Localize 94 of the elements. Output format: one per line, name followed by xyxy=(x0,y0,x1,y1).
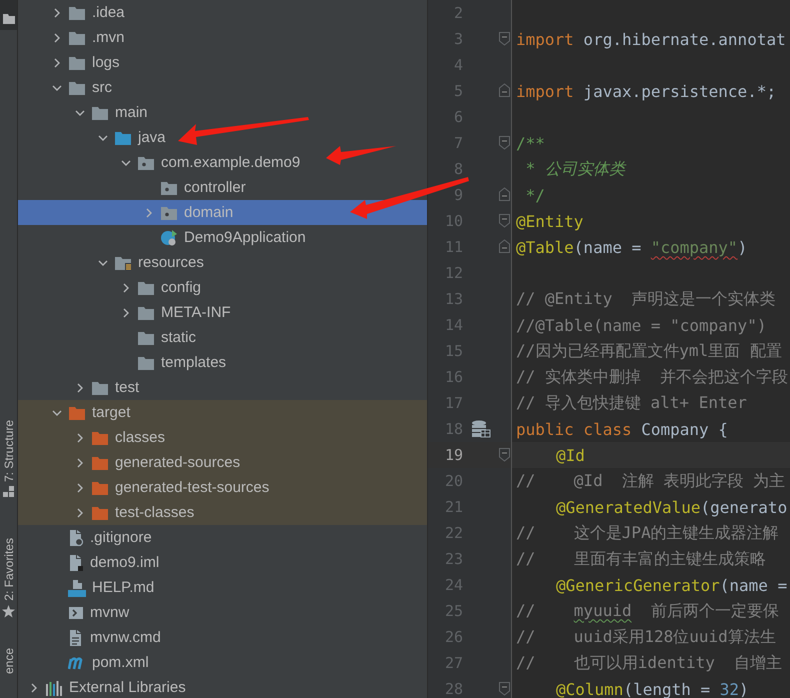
fold-marker-icon[interactable] xyxy=(499,32,510,46)
database-table-icon[interactable] xyxy=(471,420,491,438)
tree-item[interactable]: mvnw xyxy=(18,600,427,625)
folder-icon xyxy=(68,30,86,46)
tree-item[interactable]: Demo9Application xyxy=(18,225,427,250)
tree-item[interactable]: src xyxy=(18,75,427,100)
file-icon xyxy=(68,528,84,546)
code-line: @Table(name = "company") xyxy=(515,238,748,256)
star-icon xyxy=(2,604,15,618)
tree-item[interactable]: META-INF xyxy=(18,300,427,325)
code-line: @Id xyxy=(555,446,585,464)
folder-icon xyxy=(68,404,86,420)
code-line: /** xyxy=(515,134,545,152)
libraries-icon xyxy=(45,680,63,696)
tool-window-tab[interactable]: 2: Favorites xyxy=(2,538,16,601)
fold-marker-icon[interactable] xyxy=(499,214,510,228)
tree-item[interactable]: generated-sources xyxy=(18,450,427,475)
tree-item[interactable]: main xyxy=(18,100,427,125)
code-line: // myuuid 前后两个一定要保 xyxy=(515,600,779,622)
file-icon xyxy=(68,628,84,646)
line-number: 19 xyxy=(444,446,463,464)
terminal-file-icon xyxy=(68,604,84,620)
code-line: //因为已经再配置文件yml里面 配置 xyxy=(515,340,782,362)
tool-window-tab[interactable]: ence xyxy=(2,648,16,674)
folder-icon xyxy=(68,4,86,20)
structure-icon xyxy=(2,486,14,498)
fold-marker-icon[interactable] xyxy=(499,136,510,150)
tree-item[interactable]: .gitignore xyxy=(18,525,427,550)
folder-icon xyxy=(114,254,132,270)
tree-item[interactable]: logs xyxy=(18,50,427,75)
tree-item[interactable]: demo9.iml xyxy=(18,550,427,575)
package-icon xyxy=(160,204,178,220)
folder-icon xyxy=(91,454,109,470)
tree-item[interactable]: com.example.demo9 xyxy=(18,150,427,175)
tree-item[interactable]: External Libraries xyxy=(18,675,427,698)
code-line: import org.hibernate.annotat xyxy=(515,30,786,48)
markdown-file-icon xyxy=(68,578,86,596)
fold-marker-icon[interactable] xyxy=(499,682,510,696)
folder-icon xyxy=(137,330,155,346)
fold-marker-icon[interactable] xyxy=(499,83,510,97)
folder-icon xyxy=(137,304,155,320)
code-line: @GeneratedValue(generato xyxy=(555,498,788,516)
fold-marker-icon[interactable] xyxy=(499,448,510,462)
tree-item[interactable]: mvnw.cmd xyxy=(18,625,427,650)
code-line: // 实体类中删掉 并不会把这个字段 xyxy=(515,366,788,388)
tree-item[interactable]: HELP.md xyxy=(18,575,427,600)
tree-item[interactable]: config xyxy=(18,275,427,300)
folder-icon xyxy=(91,380,109,396)
folder-icon xyxy=(137,280,155,296)
code-line: // @Id 注解 表明此字段 为主 xyxy=(515,470,786,492)
class-icon xyxy=(160,228,178,246)
tree-item[interactable]: pom.xml xyxy=(18,650,427,675)
folder-icon xyxy=(68,54,86,70)
tree-item[interactable]: .idea xyxy=(18,0,427,25)
code-line: // @Entity 声明这是一个实体类 xyxy=(515,288,776,310)
code-line: // uuid采用128位uuid算法生 xyxy=(515,626,776,648)
tree-item[interactable]: test-classes xyxy=(18,500,427,525)
code-line: // 导入包快捷键 alt+ Enter xyxy=(515,392,747,414)
code-line: * 公司实体类 xyxy=(524,158,625,180)
folder-icon xyxy=(91,504,109,520)
code-line: // 里面有丰富的主键生成策略 xyxy=(515,548,766,570)
tree-item[interactable]: static xyxy=(18,325,427,350)
code-line: */ xyxy=(524,186,545,204)
code-line: @Column(length = 32) xyxy=(555,680,749,698)
code-line: import javax.persistence.*; xyxy=(515,82,776,100)
folder-icon xyxy=(91,430,109,446)
fold-marker-icon[interactable] xyxy=(499,187,510,201)
folder-icon xyxy=(68,80,86,96)
pointer-arrow xyxy=(326,146,396,165)
folder-icon[interactable] xyxy=(2,14,14,24)
folder-icon xyxy=(91,104,109,120)
tool-window-tab[interactable]: 7: Structure xyxy=(2,420,16,482)
tree-item[interactable]: java xyxy=(18,125,427,150)
code-line: public class Company { xyxy=(515,420,728,438)
tree-item[interactable]: generated-test-sources xyxy=(18,475,427,500)
tree-item[interactable]: target xyxy=(18,400,427,425)
code-line: @GenericGenerator(name = xyxy=(555,576,788,594)
code-line: @Entity xyxy=(515,212,584,230)
tree-item[interactable]: controller xyxy=(18,175,427,200)
code-line: //@Table(name = "company") xyxy=(515,316,766,334)
tree-item[interactable]: templates xyxy=(18,350,427,375)
tree-item[interactable]: .mvn xyxy=(18,25,427,50)
code-line: // 也可以用identity 自增主 xyxy=(515,652,782,674)
tree-item[interactable]: classes xyxy=(18,425,427,450)
file-icon xyxy=(68,554,84,572)
package-icon xyxy=(137,154,155,170)
code-line: // 这个是JPA的主键生成器注解 xyxy=(515,522,779,544)
package-icon xyxy=(160,180,178,196)
fold-marker-icon[interactable] xyxy=(499,239,510,253)
folder-icon xyxy=(137,354,155,370)
tree-item[interactable]: test xyxy=(18,375,427,400)
folder-icon xyxy=(114,130,132,146)
tree-item[interactable]: resources xyxy=(18,250,427,275)
folder-icon xyxy=(91,480,109,496)
